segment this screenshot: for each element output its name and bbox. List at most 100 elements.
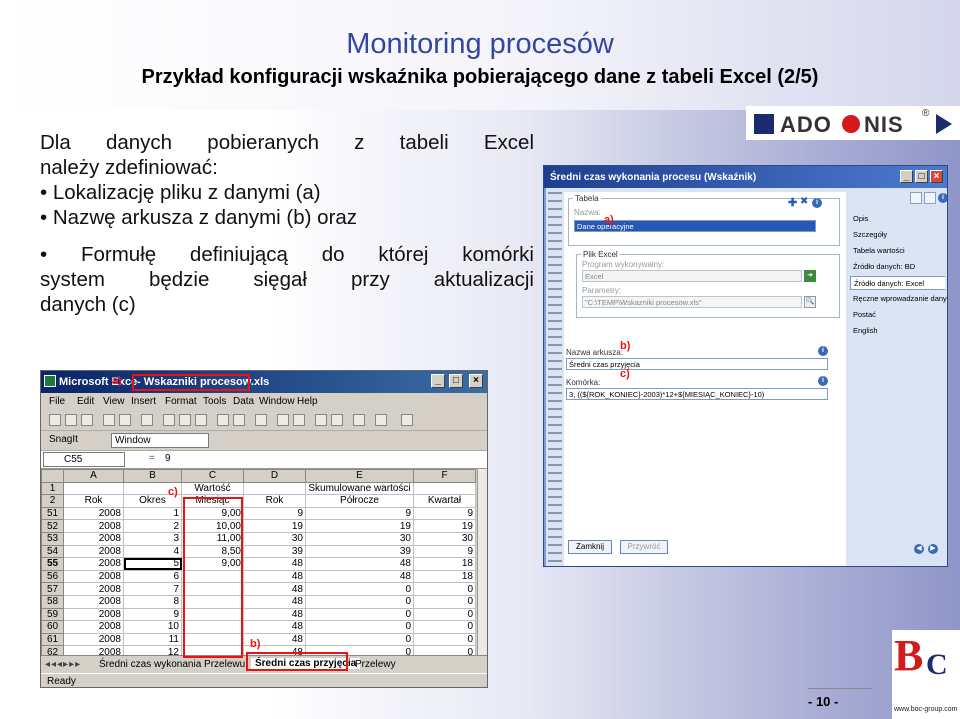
row-header[interactable]: 59: [41, 607, 64, 622]
table-cell[interactable]: 2008: [63, 582, 124, 596]
column-header[interactable]: E: [305, 469, 414, 483]
table-cell[interactable]: 48: [243, 594, 306, 609]
next-icon[interactable]: ▶: [928, 544, 938, 554]
table-cell[interactable]: 48: [243, 607, 306, 622]
table-cell[interactable]: 6: [123, 569, 182, 584]
copy-icon[interactable]: [179, 414, 191, 426]
table-cell[interactable]: 39: [243, 544, 306, 559]
vertical-scrollbar[interactable]: [477, 469, 487, 657]
window-select[interactable]: Window: [111, 433, 209, 448]
program-field[interactable]: Excel: [582, 270, 802, 282]
table-cell[interactable]: 0: [305, 594, 414, 609]
column-header[interactable]: F: [413, 469, 476, 483]
row-header[interactable]: 54: [41, 544, 64, 559]
function-icon[interactable]: [293, 414, 305, 426]
table-cell[interactable]: 0: [305, 620, 414, 634]
row-header[interactable]: 58: [41, 594, 64, 609]
table-cell[interactable]: 18: [413, 569, 476, 584]
table-cell[interactable]: 2008: [63, 607, 124, 622]
column-header[interactable]: A: [63, 469, 124, 483]
table-cell[interactable]: 48: [243, 582, 306, 596]
sort-asc-icon[interactable]: [315, 414, 327, 426]
hyperlink-icon[interactable]: [255, 414, 267, 426]
table-cell[interactable]: 2008: [63, 569, 124, 584]
table-cell[interactable]: 2: [123, 519, 182, 533]
table-cell[interactable]: 9: [413, 506, 476, 521]
menu-window[interactable]: Window: [259, 396, 295, 407]
table-cell[interactable]: 2008: [63, 544, 124, 559]
table-cell[interactable]: 2008: [63, 557, 124, 571]
tab-szczegoly[interactable]: Szczegóły: [850, 228, 945, 242]
header-cell[interactable]: [63, 481, 124, 496]
tab-zrodlo-bd[interactable]: Źródło danych: BD: [850, 260, 945, 274]
table-cell[interactable]: 30: [243, 531, 306, 546]
table-cell[interactable]: 0: [413, 607, 476, 622]
formula-input[interactable]: 9: [165, 453, 171, 464]
browse-icon[interactable]: 🔍: [804, 296, 816, 308]
sheet-nav-arrows-icon[interactable]: ◂◂◂▸▸▸: [45, 659, 81, 670]
maximize-button[interactable]: □: [449, 374, 463, 388]
minimize-button[interactable]: _: [900, 170, 913, 183]
open-icon[interactable]: [65, 414, 77, 426]
tab-reczne-wprowadzanie[interactable]: Ręczne wprowadzanie danych: [850, 292, 947, 306]
redo-icon[interactable]: [233, 414, 245, 426]
row-header[interactable]: 51: [41, 506, 64, 521]
table-cell[interactable]: 48: [243, 620, 306, 634]
header-cell[interactable]: [243, 481, 306, 496]
table-cell[interactable]: 5: [123, 557, 182, 571]
info-icon[interactable]: i: [812, 198, 822, 208]
table-cell[interactable]: 8: [123, 594, 182, 609]
info-icon[interactable]: i: [818, 376, 828, 386]
zoom-icon[interactable]: [375, 414, 387, 426]
row-header[interactable]: 52: [41, 519, 64, 533]
tab-english[interactable]: English: [850, 324, 945, 338]
header-cell[interactable]: Rok: [63, 494, 124, 508]
snagit-button[interactable]: SnagIt: [49, 434, 78, 445]
menu-insert[interactable]: Insert: [131, 396, 156, 407]
table-cell[interactable]: 2008: [63, 632, 124, 647]
table-cell[interactable]: 39: [305, 544, 414, 559]
table-cell[interactable]: 48: [243, 569, 306, 584]
cell-reference-box[interactable]: C55: [43, 452, 125, 467]
minimize-button[interactable]: _: [431, 374, 445, 388]
chart-icon[interactable]: [353, 414, 365, 426]
table-cell[interactable]: 10: [123, 620, 182, 634]
cut-icon[interactable]: [163, 414, 175, 426]
table-cell[interactable]: 2008: [63, 506, 124, 521]
row-header[interactable]: 55: [41, 557, 64, 571]
menu-help[interactable]: Help: [297, 396, 318, 407]
preview-icon[interactable]: [119, 414, 131, 426]
header-cell[interactable]: Półrocze: [305, 494, 414, 508]
table-cell[interactable]: 9: [243, 506, 306, 521]
tab-postac[interactable]: Postać: [850, 308, 945, 322]
table-cell[interactable]: 9: [305, 506, 414, 521]
column-header[interactable]: [41, 469, 64, 483]
sort-desc-icon[interactable]: [331, 414, 343, 426]
table-cell[interactable]: 2008: [63, 594, 124, 609]
table-cell[interactable]: 48: [305, 569, 414, 584]
table-cell[interactable]: 9: [413, 544, 476, 559]
column-header[interactable]: D: [243, 469, 306, 483]
row-header[interactable]: 61: [41, 632, 64, 647]
info-icon[interactable]: i: [818, 346, 828, 356]
restore-button[interactable]: Przywróć: [620, 540, 668, 554]
header-cell[interactable]: Kwartał: [413, 494, 476, 508]
help-icon[interactable]: [401, 414, 413, 426]
table-cell[interactable]: 19: [243, 519, 306, 533]
column-header[interactable]: B: [123, 469, 182, 483]
header-cell[interactable]: Wartość: [181, 481, 244, 496]
print-icon[interactable]: [924, 192, 936, 204]
header-cell[interactable]: Rok: [243, 494, 306, 508]
table-cell[interactable]: 48: [243, 557, 306, 571]
table-cell[interactable]: 2008: [63, 531, 124, 546]
row-header[interactable]: 1: [41, 481, 64, 496]
table-cell[interactable]: 48: [305, 557, 414, 571]
info-icon[interactable]: i: [938, 193, 947, 203]
row-header[interactable]: 57: [41, 582, 64, 596]
table-cell[interactable]: 19: [305, 519, 414, 533]
arkusz-field[interactable]: Średni czas przyjęcia: [566, 358, 828, 370]
maximize-button[interactable]: □: [915, 170, 928, 183]
table-cell[interactable]: 1: [123, 506, 182, 521]
close-button[interactable]: ×: [930, 170, 943, 183]
print-icon[interactable]: [103, 414, 115, 426]
